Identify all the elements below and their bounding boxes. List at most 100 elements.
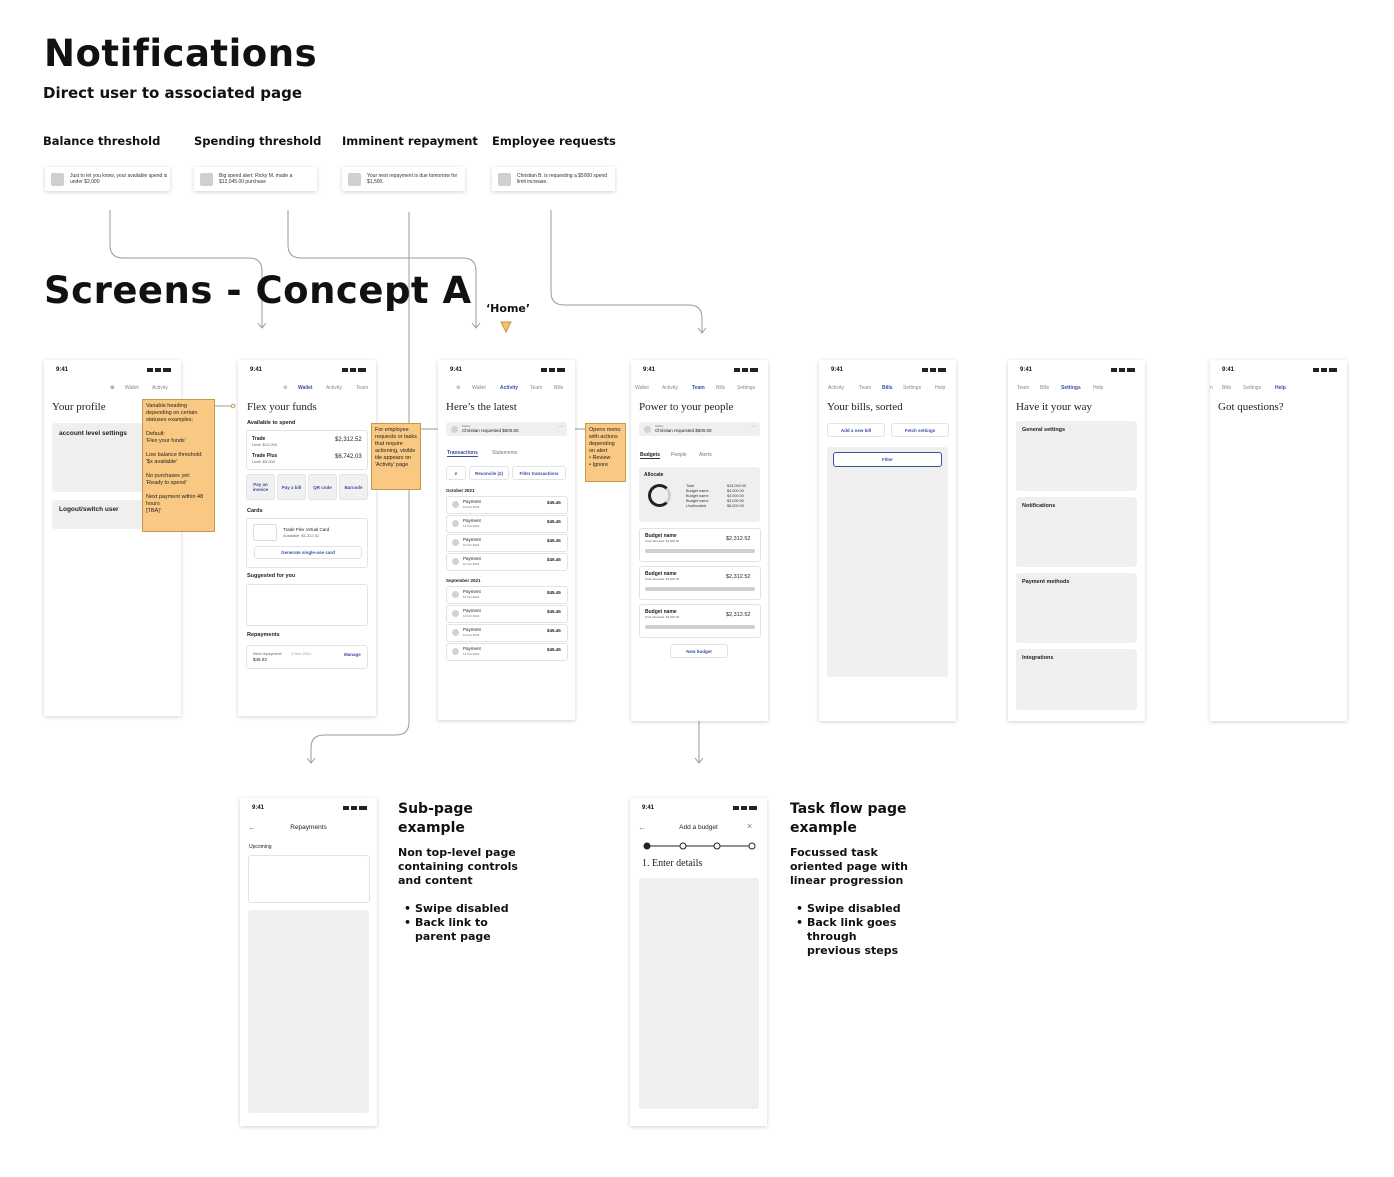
tab-bills[interactable]: Bills <box>1040 385 1049 391</box>
tab-team[interactable]: Team <box>356 385 368 391</box>
status-time: 9:41 <box>643 367 656 373</box>
transaction-label: Payment <box>463 537 481 542</box>
transaction-row[interactable]: Payment 12 Oct 2021 $45.45 <box>446 605 568 623</box>
pay-bill-button[interactable]: Pay a bill <box>277 474 306 500</box>
payment-methods-tile[interactable]: Payment methods <box>1016 573 1137 643</box>
tab-help[interactable]: Help <box>935 385 945 391</box>
fetch-settings-button[interactable]: Fetch settings <box>891 423 949 437</box>
notification-toast-balance[interactable]: Just to let you know, your available spe… <box>45 167 170 191</box>
transaction-row[interactable]: Payment 12 Oct 2021 $45.45 <box>446 586 568 604</box>
settings-gear-icon[interactable]: ⚙ <box>110 385 114 391</box>
tab-team[interactable]: Team <box>1017 385 1029 391</box>
tab-settings[interactable]: Settings <box>903 385 921 391</box>
tab-transactions[interactable]: Transactions <box>447 450 478 457</box>
tab-people[interactable]: People <box>671 452 687 458</box>
general-settings-tile[interactable]: General settings <box>1016 421 1137 491</box>
tab-wallet[interactable]: Wallet <box>298 385 313 391</box>
settings-gear-icon[interactable]: ⚙ <box>456 385 460 391</box>
budget-card[interactable]: Budget name Total allocated: $4,000.00 $2,… <box>639 528 761 562</box>
tab-wallet[interactable]: Wallet <box>635 385 649 391</box>
transaction-row[interactable]: Payment 10 Oct 2021 $45.45 <box>446 553 568 571</box>
battery-icon <box>750 368 758 372</box>
close-icon[interactable]: × <box>747 821 752 831</box>
new-budget-button[interactable]: New budget <box>670 644 728 658</box>
action-alert[interactable]: Action Christian requested $500.00 ··· <box>639 422 760 436</box>
reconcile-button[interactable]: Reconcile (2) <box>469 466 509 480</box>
account-settings-label: account level settings <box>59 430 127 437</box>
tab-partial[interactable]: n <box>1210 385 1213 391</box>
battery-icon <box>358 368 366 372</box>
settings-gear-icon[interactable]: ⚙ <box>283 385 287 391</box>
upcoming-card[interactable] <box>248 855 370 903</box>
filter-button[interactable]: Filter <box>833 452 942 467</box>
tab-settings[interactable]: Settings <box>737 385 755 391</box>
tab-wallet[interactable]: Wallet <box>125 385 139 391</box>
tab-budgets[interactable]: Budgets <box>640 452 660 459</box>
tab-activity[interactable]: Activity <box>662 385 678 391</box>
tab-activity[interactable]: Activity <box>828 385 844 391</box>
tab-settings[interactable]: Settings <box>1061 385 1081 391</box>
more-icon[interactable]: ··· <box>751 424 757 430</box>
battery-icon <box>938 368 946 372</box>
tab-activity[interactable]: Activity <box>500 385 518 391</box>
notification-text: Big spend alert: Ricky M. made a $12,045… <box>219 173 293 185</box>
tab-settings[interactable]: Settings <box>1243 385 1261 391</box>
tab-help[interactable]: Help <box>1093 385 1103 391</box>
budget-card[interactable]: Budget name Total allocated: $3,000.00 $2,… <box>639 604 761 638</box>
tab-help[interactable]: Help <box>1275 385 1286 391</box>
notification-toast-spending[interactable]: Big spend alert: Ricky M. made a $12,045… <box>194 167 317 191</box>
add-bill-button[interactable]: Add a new bill <box>827 423 885 437</box>
tab-team[interactable]: Team <box>692 385 705 391</box>
transaction-row[interactable]: Payment 12 Oct 2021 $45.45 <box>446 643 568 661</box>
wifi-icon <box>742 368 748 372</box>
repayments-label: Repayments <box>247 632 280 638</box>
notification-toast-employee[interactable]: Christian B. is requesting a $5000 spend… <box>492 167 615 191</box>
suggested-card[interactable] <box>246 584 368 626</box>
more-icon[interactable]: ··· <box>558 424 564 430</box>
notifications-label: Notifications <box>1022 503 1056 509</box>
integrations-tile[interactable]: Integrations <box>1016 649 1137 710</box>
cards-card[interactable]: Trade Flex Virtual Card Available: $1,31… <box>246 518 368 568</box>
repayment-card[interactable]: Next repayment: 1 Dec 2021 $45.03 Manage <box>246 645 368 669</box>
bullet-item: • Swipe disabled <box>796 902 901 915</box>
qr-code-button[interactable]: QR code <box>308 474 337 500</box>
tab-bills[interactable]: Bills <box>716 385 725 391</box>
manage-link[interactable]: Manage <box>344 652 361 657</box>
pay-invoice-button[interactable]: Pay an invoice <box>246 474 275 500</box>
allocate-card[interactable]: Allocate Total $15,000.00 Budget name $4,00… <box>639 467 760 522</box>
search-icon[interactable]: ⌕ <box>446 466 466 480</box>
tab-team[interactable]: Team <box>530 385 542 391</box>
tab-alerts[interactable]: Alerts <box>699 452 712 458</box>
tab-bills[interactable]: Bills <box>554 385 563 391</box>
wifi-icon <box>741 806 747 810</box>
tab-activity[interactable]: Activity <box>152 385 168 391</box>
transaction-icon <box>452 558 459 565</box>
transaction-row[interactable]: Payment 12 Oct 2021 $45.45 <box>446 515 568 533</box>
notification-toast-repayment[interactable]: Your next repayment is due tomorrow for … <box>342 167 465 191</box>
tab-team[interactable]: Team <box>859 385 871 391</box>
screen-help: 9:41 n Bills Settings Help Got questions… <box>1210 360 1347 721</box>
donut-chart-icon <box>648 484 671 507</box>
transaction-icon <box>452 610 459 617</box>
action-alert[interactable]: Action Christian requested $500.00 ··· <box>446 422 567 436</box>
tab-statements[interactable]: Statements <box>492 450 517 456</box>
transaction-icon <box>452 501 459 508</box>
trade-plus-limit: Limit: $5,000 <box>252 459 275 464</box>
tab-wallet[interactable]: Wallet <box>472 385 486 391</box>
accounts-card[interactable]: Trade Limit: $10,000 $2,312.52 Trade Plu… <box>246 430 368 470</box>
transaction-row[interactable]: Payment 12 Oct 2021 $45.45 <box>446 624 568 642</box>
transaction-row[interactable]: Payment 13 Oct 2021 $45.45 <box>446 496 568 514</box>
budget-card[interactable]: Budget name Total allocated: $3,000.00 $2,… <box>639 566 761 600</box>
tab-bills[interactable]: Bills <box>882 385 893 391</box>
battery-icon <box>557 368 565 372</box>
filter-transactions-button[interactable]: Filter transactions <box>512 466 566 480</box>
generate-card-button[interactable]: Generate single-use card <box>254 546 362 559</box>
taskflow-description: Focussed task oriented page with linear … <box>790 846 908 887</box>
tab-activity[interactable]: Activity <box>326 385 342 391</box>
barcode-button[interactable]: Barcode <box>339 474 368 500</box>
transaction-row[interactable]: Payment 10 Oct 2021 $45.45 <box>446 534 568 552</box>
signal-icon <box>343 806 349 810</box>
status-bar: 9:41 <box>250 367 366 375</box>
tab-bills[interactable]: Bills <box>1222 385 1231 391</box>
notifications-tile[interactable]: Notifications <box>1016 497 1137 567</box>
